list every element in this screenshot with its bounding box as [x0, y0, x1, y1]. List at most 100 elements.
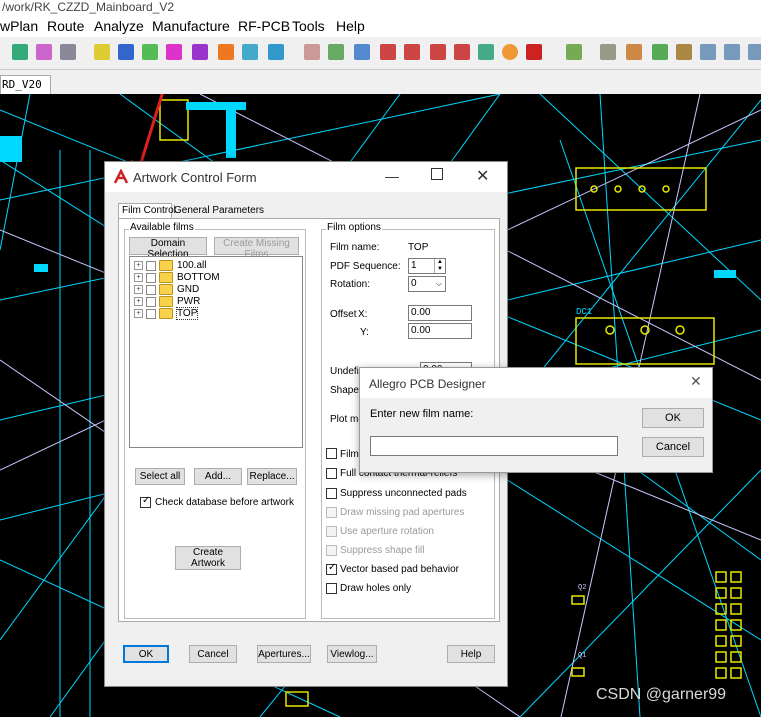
grid-icon[interactable]	[36, 44, 52, 60]
place-icon[interactable]	[218, 44, 234, 60]
close-icon[interactable]: ✕	[690, 373, 702, 390]
zoom-center-icon[interactable]	[454, 44, 470, 60]
expand-icon[interactable]: +	[134, 285, 143, 294]
via-icon[interactable]	[166, 44, 182, 60]
film-item[interactable]: + BOTTOM	[134, 272, 220, 284]
tab-film-control[interactable]: Film Control	[118, 203, 176, 219]
shape-icon[interactable]	[268, 44, 284, 60]
zoom-world-icon[interactable]	[430, 44, 446, 60]
refresh-icon[interactable]	[502, 44, 518, 60]
layer-icon[interactable]	[652, 44, 668, 60]
suppress-shape-fill-checkbox	[326, 545, 337, 556]
film-checkbox[interactable]	[146, 284, 156, 295]
create-artwork-button[interactable]: Create Artwork	[175, 546, 241, 570]
help-button[interactable]: Help	[447, 645, 495, 663]
ok-button[interactable]: OK	[123, 645, 169, 663]
vector-pad-checkbox[interactable]: ✓	[326, 562, 337, 575]
rotation-select[interactable]: 0 ⌵	[408, 276, 446, 292]
expand-icon[interactable]: +	[134, 297, 143, 306]
color-icon[interactable]	[626, 44, 642, 60]
spinner-arrows-icon[interactable]: ▲ ▼	[434, 259, 445, 273]
tab-general-parameters[interactable]: General Parameters	[171, 205, 264, 218]
menu-rf-pcb[interactable]: RF-PCB	[238, 18, 290, 34]
zoom-out-icon[interactable]	[404, 44, 420, 60]
film-checkbox[interactable]	[146, 296, 156, 307]
artwork-icon[interactable]	[724, 44, 740, 60]
suppress-pads-checkbox[interactable]	[326, 488, 337, 499]
aperture-rotation-label: Use aperture rotation	[340, 526, 434, 537]
film-item[interactable]: + GND	[134, 284, 199, 296]
film-item-selected[interactable]: + TOP	[134, 307, 199, 321]
menu-floorplan[interactable]: wPlan	[0, 18, 38, 34]
prompt-cancel-button[interactable]: Cancel	[642, 437, 704, 457]
redraw-icon[interactable]	[478, 44, 494, 60]
slide-icon[interactable]	[118, 44, 134, 60]
spread-icon[interactable]	[192, 44, 208, 60]
apertures-button[interactable]: Apertures...	[257, 645, 311, 663]
minimize-icon[interactable]: —	[385, 168, 399, 184]
prompt-message: Enter new film name:	[370, 408, 474, 420]
grid-toggle-icon[interactable]	[600, 44, 616, 60]
available-films-label: Available films	[129, 222, 195, 233]
draw-holes-checkbox[interactable]	[326, 583, 337, 594]
expand-icon[interactable]: +	[134, 261, 143, 270]
check-database-checkbox[interactable]: ✓	[140, 495, 151, 508]
menu-route[interactable]: Route	[47, 18, 84, 34]
route-icon[interactable]	[94, 44, 110, 60]
undefined-line-width-label: Undefi	[330, 366, 359, 377]
suppress-pads-label: Suppress unconnected pads	[340, 488, 467, 499]
artwork-title: Artwork Control Form	[133, 170, 257, 185]
film-item[interactable]: + PWR	[134, 296, 200, 308]
offset-x-label: X:	[358, 309, 368, 320]
offset-x-input[interactable]: 0.00	[408, 305, 472, 321]
artwork-titlebar: Artwork Control Form — ✕	[105, 162, 507, 192]
flip-icon[interactable]	[566, 44, 582, 60]
check-database-label: Check database before artwork	[155, 497, 294, 508]
watermark: CSDN @garner99	[596, 686, 727, 703]
3d-icon[interactable]	[526, 44, 542, 60]
replace-button[interactable]: Replace...	[247, 468, 297, 485]
document-tab[interactable]: RD_V20	[0, 75, 51, 94]
menu-manufacture[interactable]: Manufacture	[152, 18, 230, 34]
pin-swap-icon[interactable]	[242, 44, 258, 60]
zoom-points-icon[interactable]	[328, 44, 344, 60]
prompt-ok-button[interactable]: OK	[642, 408, 704, 428]
pdf-sequence-label: PDF Sequence:	[330, 261, 401, 272]
label-dc1: DC1	[576, 307, 592, 317]
offset-y-input[interactable]: 0.00	[408, 323, 472, 339]
full-contact-checkbox[interactable]	[326, 468, 337, 479]
cancel-button[interactable]: Cancel	[189, 645, 237, 663]
drc-icon[interactable]	[304, 44, 320, 60]
close-icon[interactable]: ✕	[476, 166, 489, 186]
add-button[interactable]: Add...	[194, 468, 242, 485]
zoom-fit-icon[interactable]	[354, 44, 370, 60]
fanout-icon[interactable]	[142, 44, 158, 60]
film-checkbox[interactable]	[146, 260, 156, 271]
films-tree[interactable]: +100.all + BOTTOM + GND + PWR + TOP	[129, 256, 303, 448]
pdf-sequence-value: 1	[411, 260, 417, 271]
film-mirrored-checkbox[interactable]	[326, 448, 337, 459]
zoom-in-icon[interactable]	[380, 44, 396, 60]
property-icon[interactable]	[12, 44, 28, 60]
select-all-button[interactable]: Select all	[135, 468, 185, 485]
stats-icon[interactable]	[676, 44, 692, 60]
menu-analyze[interactable]: Analyze	[94, 18, 144, 34]
maximize-icon[interactable]	[431, 168, 443, 180]
film-checkbox[interactable]	[146, 308, 156, 319]
label-q1: Q1	[578, 652, 586, 660]
expand-icon[interactable]: +	[134, 273, 143, 282]
film-options-label: Film options	[326, 222, 382, 233]
viewlog-button[interactable]: Viewlog...	[327, 645, 377, 663]
pdf-sequence-spinner[interactable]: 1 ▲ ▼	[408, 258, 446, 274]
film-name-input[interactable]	[370, 436, 618, 456]
expand-icon[interactable]: +	[134, 309, 143, 318]
film-checkbox[interactable]	[146, 272, 156, 283]
menu-help[interactable]: Help	[336, 18, 365, 34]
allegro-logo-icon	[113, 169, 129, 184]
cmd-icon[interactable]	[60, 44, 76, 60]
report-icon[interactable]	[700, 44, 716, 60]
menu-tools[interactable]: Tools	[292, 18, 325, 34]
export-icon[interactable]	[748, 44, 761, 60]
domain-selection-button[interactable]: Domain Selection	[129, 237, 207, 260]
film-item[interactable]: +100.all	[134, 260, 206, 272]
